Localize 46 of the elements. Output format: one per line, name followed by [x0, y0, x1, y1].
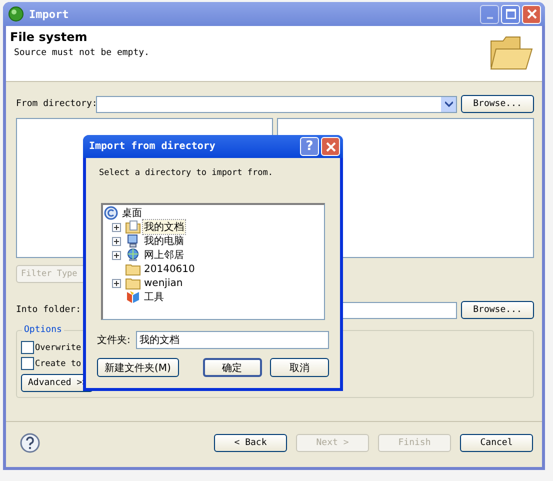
- expand-icon[interactable]: [112, 236, 121, 246]
- dialog-button[interactable]: 取消: [270, 358, 329, 377]
- folder-label: 文件夹:: [97, 334, 130, 347]
- checkbox[interactable]: [21, 357, 34, 370]
- tree-item[interactable]: 我的电脑: [143, 234, 185, 248]
- folder-icon: [125, 276, 141, 290]
- close-button[interactable]: [522, 4, 541, 24]
- page-title: File system: [10, 30, 88, 44]
- browse-button[interactable]: Browse...: [461, 301, 534, 319]
- close-icon: [326, 142, 336, 152]
- dialog-prompt: Select a directory to import from.: [98, 168, 274, 178]
- tree-item[interactable]: 桌面: [121, 206, 143, 220]
- dialog-button[interactable]: 确定: [202, 358, 262, 377]
- wizard-button[interactable]: Cancel: [460, 434, 533, 452]
- tree-item[interactable]: 我的文档: [143, 220, 185, 234]
- folder-field[interactable]: 我的文档: [136, 331, 329, 349]
- dialog-title: Import from directory: [89, 141, 216, 152]
- close-button[interactable]: [321, 137, 340, 156]
- checkbox-label: Overwrite: [35, 342, 82, 352]
- wizard-button[interactable]: < Back: [214, 434, 287, 452]
- error-message: Source must not be empty.: [13, 48, 150, 58]
- tree-item[interactable]: wenjian: [143, 278, 184, 288]
- close-icon: [526, 9, 536, 19]
- checkbox-label: Create to: [35, 358, 82, 368]
- globe-icon: [8, 6, 24, 22]
- help-icon[interactable]: [20, 433, 40, 453]
- tree-item[interactable]: 网上邻居: [143, 248, 185, 262]
- tree-item[interactable]: 工具: [143, 290, 165, 304]
- tree-item[interactable]: 20140610: [143, 264, 196, 274]
- maximize-icon: [506, 9, 516, 19]
- options-title: Options: [22, 325, 64, 335]
- minimize-icon: [486, 16, 492, 18]
- network-globe-icon: [125, 248, 141, 262]
- into-folder-label: Into folder:: [16, 305, 82, 315]
- browse-button[interactable]: Browse...: [461, 95, 534, 113]
- from-directory-combo[interactable]: [96, 96, 457, 112]
- window-title: Import: [29, 8, 70, 20]
- expand-icon[interactable]: [112, 278, 121, 288]
- expand-icon[interactable]: [112, 250, 121, 260]
- maximize-button[interactable]: [501, 4, 520, 24]
- documents-folder-icon: [125, 220, 141, 234]
- app-icon: [125, 290, 141, 304]
- dialog-button[interactable]: 新建文件夹(M): [97, 358, 179, 377]
- checkbox[interactable]: [21, 341, 34, 354]
- expand-icon[interactable]: [112, 222, 121, 232]
- folder-icon: [125, 262, 141, 276]
